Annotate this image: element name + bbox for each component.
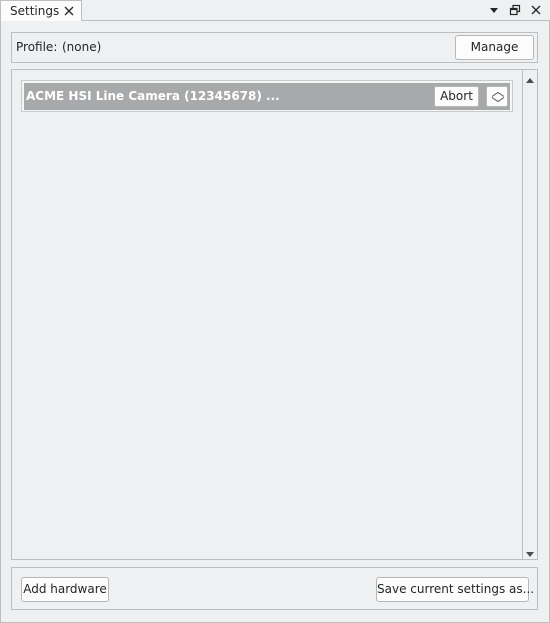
close-icon[interactable] [529,3,543,17]
abort-button[interactable]: Abort [434,86,479,107]
profile-label: Profile: [16,40,58,54]
float-window-icon[interactable] [508,3,522,17]
dropdown-arrow-icon[interactable] [487,3,501,17]
scroll-down-arrow-icon[interactable] [525,548,535,557]
dock-title-bar: Settings [0,0,550,21]
add-hardware-button[interactable]: Add hardware [21,577,109,602]
collapse-toggle-button[interactable] [486,86,508,107]
profile-value: (none) [62,40,102,54]
footer-actions: Add hardware Save current settings as... [11,567,538,610]
title-bar-divider [82,20,550,21]
save-settings-button[interactable]: Save current settings as... [376,577,534,602]
scroll-up-arrow-icon[interactable] [525,73,535,83]
device-name: ACME HSI Line Camera (12345678) ... [26,89,280,103]
manage-button[interactable]: Manage [455,35,534,60]
collapse-toggle-icon [491,91,505,103]
close-icon[interactable] [62,4,76,18]
vertical-scrollbar[interactable] [522,70,537,559]
device-panel: ACME HSI Line Camera (12345678) ... Abor… [21,80,513,112]
tab-settings-label: Settings [10,4,60,18]
device-header[interactable]: ACME HSI Line Camera (12345678) ... Abor… [24,83,510,110]
hardware-list: ACME HSI Line Camera (12345678) ... Abor… [11,69,538,560]
profile-bar: Profile: (none) Manage [11,32,538,63]
tab-settings[interactable]: Settings [0,0,82,21]
